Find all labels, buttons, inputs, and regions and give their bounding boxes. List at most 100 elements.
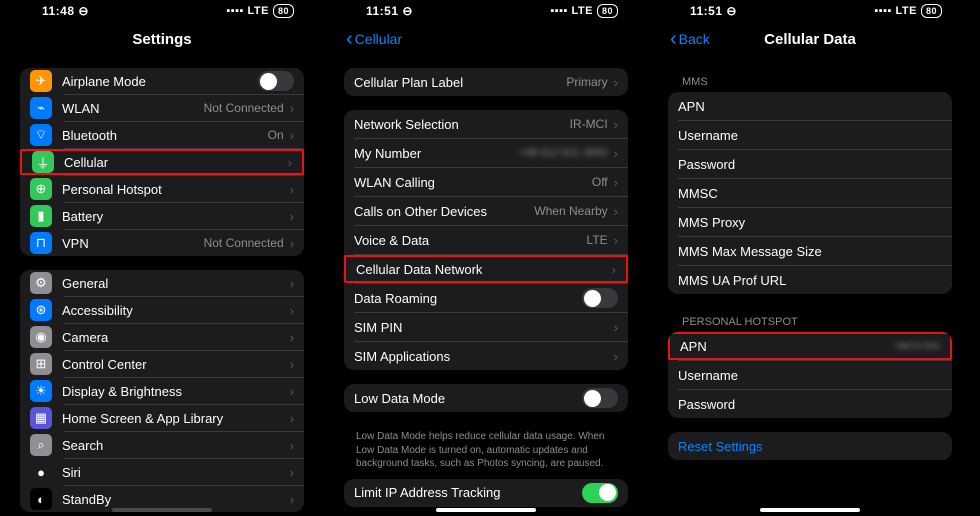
settings-row[interactable]: Low Data Mode (344, 384, 628, 412)
settings-row[interactable]: MMS Max Message Size (668, 237, 952, 265)
settings-row[interactable]: Username (668, 121, 952, 149)
status-time: 11:51 ⊖ (690, 4, 737, 18)
status-time: 11:51 ⊖ (366, 4, 413, 18)
toggle-switch[interactable] (582, 483, 618, 503)
settings-row[interactable]: ⊓VPNNot Connected› (20, 230, 304, 256)
settings-row[interactable]: APNnet.ir.mci (668, 332, 952, 360)
settings-row[interactable]: ⊕ Personal Hotspot › (20, 176, 304, 202)
row-label: Personal Hotspot (62, 182, 284, 197)
row-label: StandBy (62, 492, 284, 507)
row-value: When Nearby (534, 204, 607, 218)
row-label: Control Center (62, 357, 284, 372)
chevron-left-icon: ‹ (670, 29, 677, 49)
row-icon: ⊕ (30, 178, 52, 200)
chevron-right-icon: › (290, 492, 294, 507)
back-button[interactable]: ‹ Cellular (346, 29, 402, 49)
row-label: My Number (354, 146, 519, 161)
toggle-switch[interactable] (582, 288, 618, 308)
settings-row[interactable]: Voice & Data LTE › (344, 226, 628, 254)
chevron-right-icon: › (290, 101, 294, 116)
row-label: Voice & Data (354, 233, 581, 248)
toggle-switch[interactable] (582, 388, 618, 408)
settings-row[interactable]: ⌔BluetoothOn› (20, 122, 304, 148)
chevron-right-icon: › (614, 233, 618, 248)
settings-row[interactable]: SIM PIN › (344, 313, 628, 341)
row-label: Password (678, 397, 942, 412)
settings-row[interactable]: MMS Proxy (668, 208, 952, 236)
settings-row[interactable]: Password (668, 390, 952, 418)
settings-group: APNnet.ir.mci Username Password (668, 332, 952, 418)
settings-row[interactable]: Username (668, 361, 952, 389)
status-bar: 11:48 ⊖ ▪▪▪▪ LTE 80 (12, 0, 312, 20)
settings-row[interactable]: ⚙︎General› (20, 270, 304, 296)
screenshot-cellular-data: 11:51 ⊖ ▪▪▪▪ LTE 80 ‹ Back Cellular Data… (660, 0, 960, 516)
reset-settings-button[interactable]: Reset Settings (668, 432, 952, 460)
settings-row[interactable]: MMS UA Prof URL (668, 266, 952, 294)
settings-group: Limit IP Address Tracking (344, 479, 628, 507)
row-label: Accessibility (62, 303, 284, 318)
chevron-right-icon: › (288, 155, 292, 170)
row-icon: ⌕ (30, 434, 52, 456)
settings-row[interactable]: WLAN CallingOff› (344, 168, 628, 196)
row-label: Cellular (64, 155, 282, 170)
row-label: Display & Brightness (62, 384, 284, 399)
row-value: Not Connected (204, 236, 284, 250)
chevron-right-icon: › (290, 236, 294, 251)
row-label: APN (680, 339, 896, 354)
settings-row[interactable]: ▦Home Screen & App Library› (20, 405, 304, 431)
row-icon: ⚙︎ (30, 272, 52, 294)
settings-row[interactable]: SIM Applications› (344, 342, 628, 370)
chevron-right-icon: › (614, 75, 618, 90)
settings-row[interactable]: ▮Battery› (20, 203, 304, 229)
settings-row[interactable]: Limit IP Address Tracking (344, 479, 628, 507)
settings-row[interactable]: ⌁WLANNot Connected› (20, 95, 304, 121)
back-button[interactable]: ‹ Back (670, 29, 710, 49)
row-label: Limit IP Address Tracking (354, 485, 582, 500)
chevron-right-icon: › (290, 182, 294, 197)
settings-row[interactable]: ⊛Accessibility› (20, 297, 304, 323)
settings-row[interactable]: Data Roaming (344, 284, 628, 312)
settings-group: Cellular Plan LabelPrimary› (344, 68, 628, 96)
nav-bar: ‹ Cellular (336, 20, 636, 58)
home-indicator[interactable] (760, 508, 860, 512)
settings-row[interactable]: Password (668, 150, 952, 178)
home-indicator[interactable] (112, 508, 212, 512)
settings-row[interactable]: MMSC (668, 179, 952, 207)
settings-row[interactable]: ⌕Search› (20, 432, 304, 458)
settings-row[interactable]: ☀︎Display & Brightness› (20, 378, 304, 404)
battery-icon: 80 (597, 4, 618, 18)
chevron-right-icon: › (614, 320, 618, 335)
chevron-right-icon: › (290, 357, 294, 372)
screenshot-settings: 11:48 ⊖ ▪▪▪▪ LTE 80 Settings ✈︎Airplane … (12, 0, 312, 516)
row-value: LTE (587, 233, 608, 247)
settings-group: ✈︎Airplane Mode⌁WLANNot Connected›⌔Bluet… (20, 68, 304, 256)
row-value: IR-MCI (570, 117, 608, 131)
settings-row[interactable]: Network SelectionIR-MCI› (344, 110, 628, 138)
settings-row[interactable]: ●Siri› (20, 459, 304, 485)
chevron-right-icon: › (614, 175, 618, 190)
row-label: Username (678, 368, 942, 383)
settings-row[interactable]: Calls on Other DevicesWhen Nearby› (344, 197, 628, 225)
status-right: ▪▪▪▪ LTE 80 (550, 4, 618, 18)
settings-row[interactable]: ◉Camera› (20, 324, 304, 350)
toggle-switch[interactable] (258, 71, 294, 91)
settings-row[interactable]: Cellular Plan LabelPrimary› (344, 68, 628, 96)
settings-row[interactable]: ⏚Cellular› (20, 149, 304, 175)
footnote: Low Data Mode helps reduce cellular data… (344, 426, 628, 479)
settings-row[interactable]: Cellular Data Network› (344, 255, 628, 283)
row-label: MMS Proxy (678, 215, 942, 230)
settings-row[interactable]: ✈︎Airplane Mode (20, 68, 304, 94)
settings-row[interactable]: APN (668, 92, 952, 120)
nav-bar: ‹ Back Cellular Data (660, 20, 960, 58)
row-label: Data Roaming (354, 291, 582, 306)
nav-bar: Settings (12, 20, 312, 58)
home-indicator[interactable] (436, 508, 536, 512)
settings-row[interactable]: My Number+98 912 621 3650› (344, 139, 628, 167)
settings-row[interactable]: ⊞Control Center› (20, 351, 304, 377)
chevron-right-icon: › (290, 411, 294, 426)
row-icon: ⌔ (30, 124, 52, 146)
row-value: Primary (566, 75, 607, 89)
chevron-right-icon: › (290, 465, 294, 480)
row-label: SIM PIN (354, 320, 608, 335)
status-bar: 11:51 ⊖ ▪▪▪▪ LTE 80 (336, 0, 636, 20)
